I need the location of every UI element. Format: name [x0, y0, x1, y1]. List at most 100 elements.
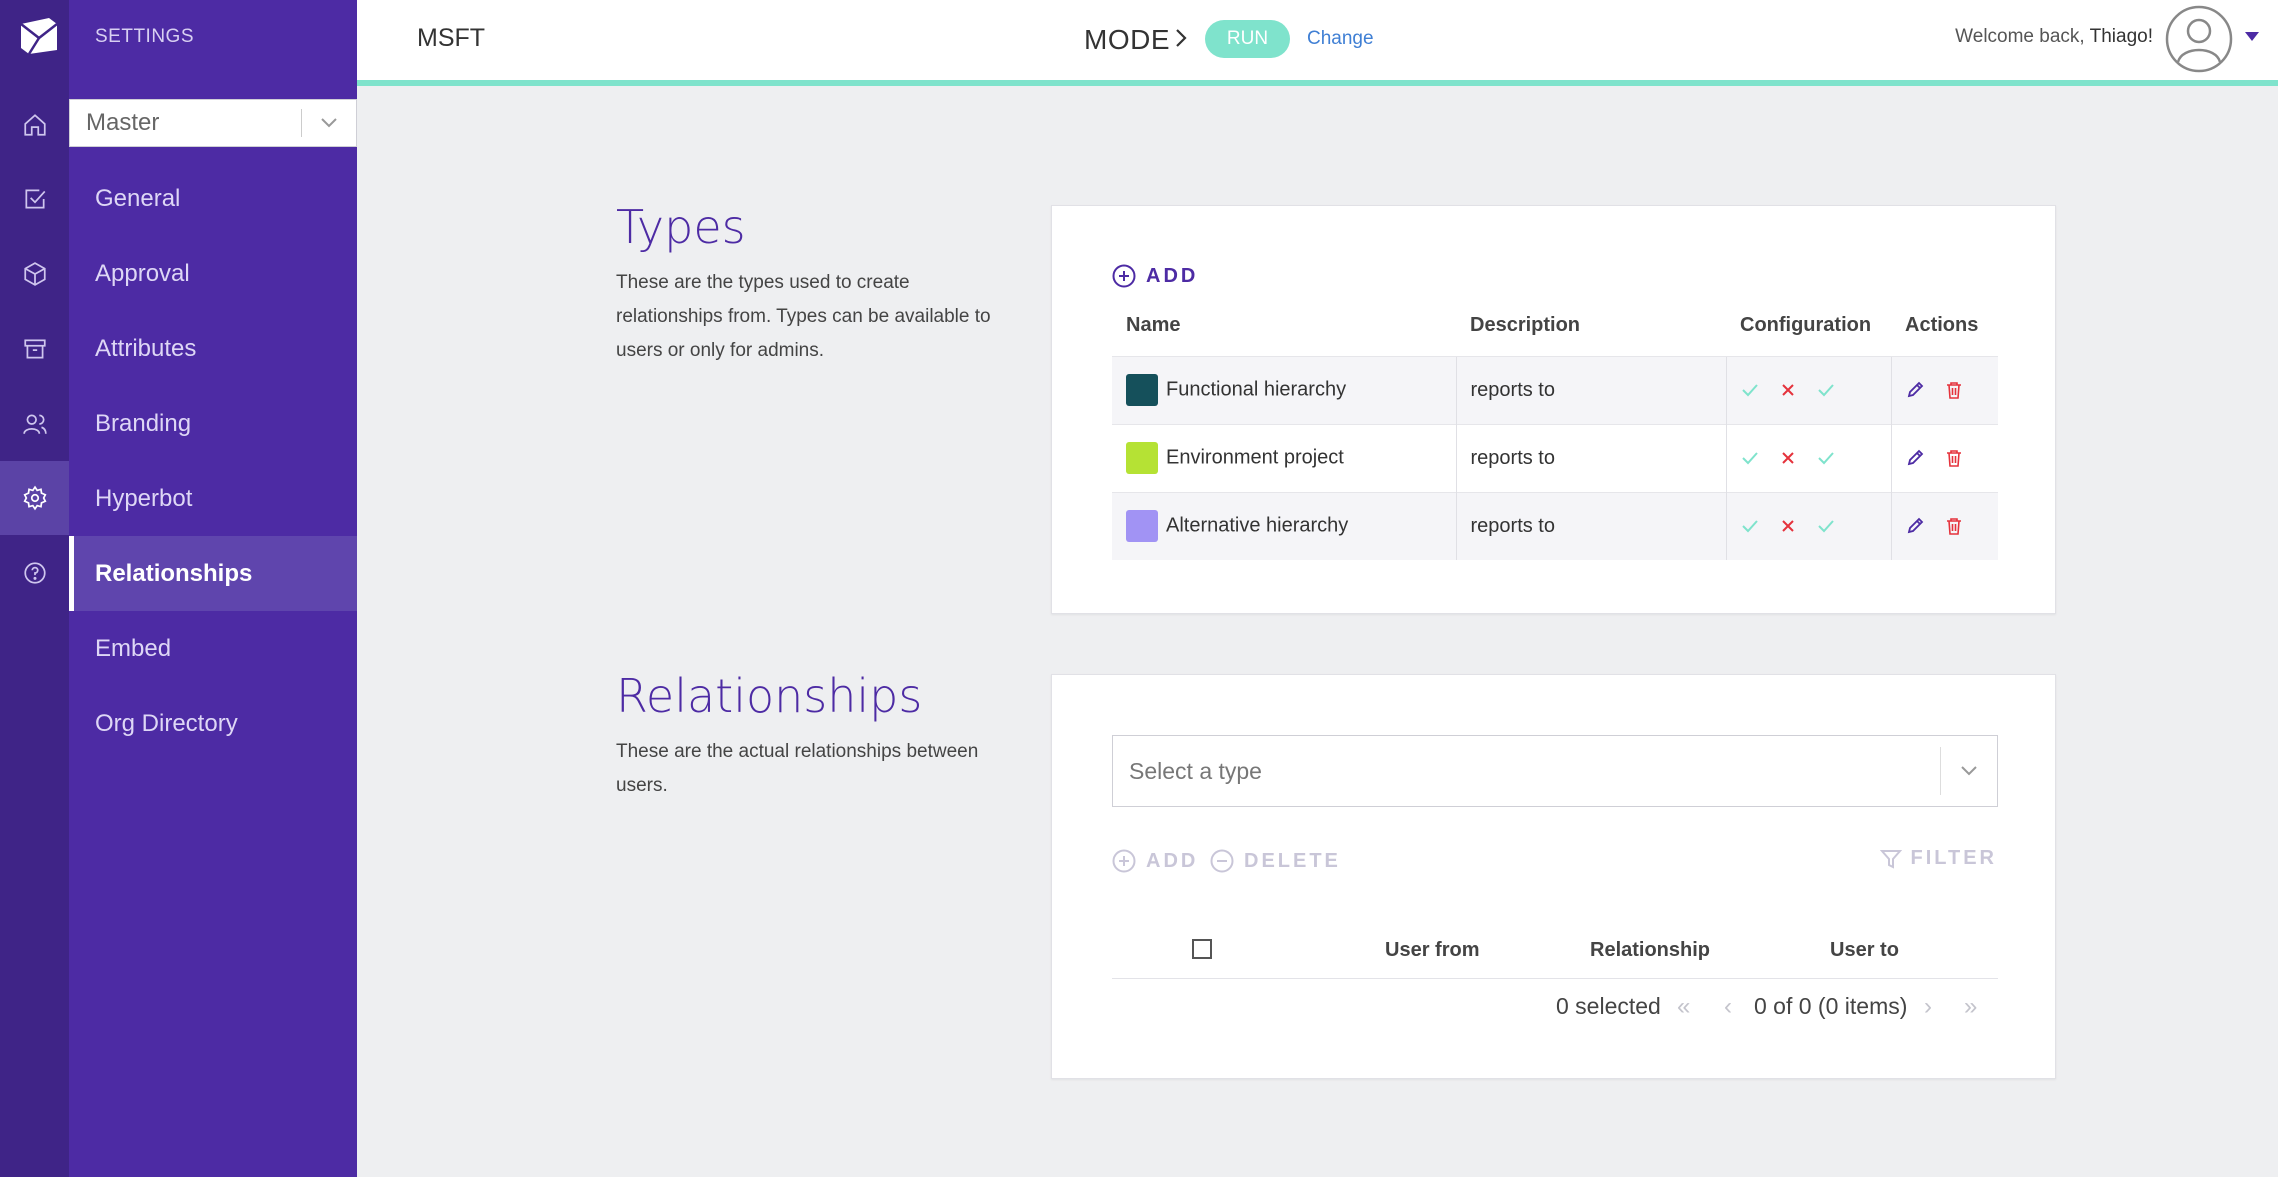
- check-square-icon[interactable]: [0, 162, 69, 236]
- help-icon[interactable]: [0, 536, 69, 610]
- chevron-right-icon: [1176, 29, 1187, 47]
- chevron-down-icon[interactable]: [302, 117, 356, 129]
- edit-icon[interactable]: [1906, 381, 1924, 399]
- type-name: Functional hierarchy: [1166, 378, 1347, 401]
- top-header: MSFT MODE RUN Change Welcome back, Thiag…: [357, 0, 2278, 86]
- avatar-icon[interactable]: [2164, 4, 2234, 74]
- pagination: 0 selected « ‹ 0 of 0 (0 items) › »: [1112, 979, 1998, 1029]
- color-swatch: [1126, 442, 1158, 474]
- check-icon: [1817, 384, 1834, 397]
- types-table: Name Description Configuration Actions F…: [1112, 296, 1998, 560]
- sidebar-item-org-directory[interactable]: Org Directory: [69, 686, 357, 761]
- configuration-cell: [1725, 423, 1891, 492]
- minus-circle-icon: [1210, 849, 1234, 873]
- type-select-placeholder: Select a type: [1129, 757, 1262, 784]
- master-select[interactable]: Master: [69, 99, 357, 147]
- type-name-cell: Alternative hierarchy: [1112, 491, 1456, 560]
- check-icon: [1741, 452, 1758, 465]
- types-card: ADD Name Description Configuration Actio…: [1051, 205, 2056, 614]
- relationships-card: Select a type ADD DELETE FILTER User fro…: [1051, 674, 2056, 1079]
- column-header-name: Name: [1126, 314, 1181, 337]
- select-all-checkbox[interactable]: [1192, 939, 1212, 959]
- add-relationship-label: ADD: [1146, 849, 1199, 872]
- edit-icon[interactable]: [1906, 449, 1924, 467]
- sidebar-item-embed[interactable]: Embed: [69, 611, 357, 686]
- relationships-table-header: User from Relationship User to: [1112, 923, 1998, 979]
- column-header-user-to: User to: [1830, 939, 1899, 961]
- relationships-description: These are the actual relationships betwe…: [616, 741, 979, 796]
- first-page-icon[interactable]: «: [1677, 993, 1690, 1021]
- close-icon: [1781, 520, 1794, 532]
- sidebar-item-hyperbot[interactable]: Hyperbot: [69, 461, 357, 536]
- mode-label: MODE: [1084, 24, 1170, 55]
- type-name-cell: Functional hierarchy: [1112, 355, 1456, 424]
- color-swatch: [1126, 374, 1158, 406]
- add-type-button[interactable]: ADD: [1112, 264, 1198, 288]
- configuration-cell: [1725, 355, 1891, 424]
- previous-page-icon[interactable]: ‹: [1724, 993, 1732, 1021]
- type-description: reports to: [1455, 491, 1726, 560]
- sidebar-item-relationships[interactable]: Relationships: [69, 536, 357, 611]
- column-header-actions: Actions: [1905, 314, 1979, 337]
- sidebar-item-general[interactable]: General: [69, 161, 357, 236]
- filter-label: FILTER: [1910, 847, 1997, 869]
- type-name: Alternative hierarchy: [1166, 514, 1349, 537]
- users-icon[interactable]: [0, 387, 69, 461]
- trash-icon[interactable]: [1946, 381, 1962, 399]
- column-header-configuration: Configuration: [1740, 314, 1872, 337]
- close-icon: [1781, 452, 1794, 464]
- type-name: Environment project: [1166, 446, 1344, 469]
- change-mode-link[interactable]: Change: [1307, 28, 1374, 50]
- icon-rail: [0, 0, 69, 1177]
- check-icon: [1817, 520, 1834, 533]
- column-header-description: Description: [1470, 314, 1581, 337]
- settings-sidebar: SETTINGS Master General Approval Attribu…: [69, 0, 357, 1177]
- sidebar-item-approval[interactable]: Approval: [69, 236, 357, 311]
- next-page-icon[interactable]: ›: [1924, 993, 1932, 1021]
- delete-relationship-label: DELETE: [1244, 849, 1341, 872]
- type-select[interactable]: Select a type: [1112, 735, 1998, 807]
- last-page-icon[interactable]: »: [1964, 993, 1977, 1021]
- add-type-label: ADD: [1146, 264, 1199, 287]
- user-name: Thiago!: [2089, 26, 2153, 47]
- filter-button[interactable]: FILTER: [1880, 847, 1997, 870]
- org-name: MSFT: [417, 24, 486, 52]
- trash-icon[interactable]: [1946, 517, 1962, 536]
- edit-icon[interactable]: [1906, 517, 1924, 535]
- add-relationship-button[interactable]: ADD: [1112, 849, 1198, 873]
- type-name-cell: Environment project: [1112, 423, 1456, 492]
- table-row: Functional hierarchy reports to: [1112, 355, 1998, 424]
- color-swatch: [1126, 510, 1158, 543]
- configuration-cell: [1725, 491, 1891, 560]
- table-row: Environment project reports to: [1112, 423, 1998, 492]
- home-icon[interactable]: [0, 88, 69, 162]
- filter-icon: [1880, 849, 1903, 869]
- actions-cell: [1890, 491, 1998, 560]
- welcome-text: Welcome back,: [1955, 26, 2085, 47]
- column-header-user-from: User from: [1385, 939, 1480, 961]
- close-icon: [1781, 384, 1794, 396]
- app-logo-icon[interactable]: [19, 16, 59, 56]
- actions-cell: [1890, 355, 1998, 424]
- archive-icon[interactable]: [0, 312, 69, 386]
- actions-cell: [1890, 423, 1998, 492]
- welcome-message: Welcome back, Thiago!: [1955, 26, 2153, 48]
- table-row: Alternative hierarchy reports to: [1112, 491, 1998, 560]
- delete-relationship-button[interactable]: DELETE: [1210, 849, 1341, 873]
- sidebar-item-branding[interactable]: Branding: [69, 386, 357, 461]
- box-icon[interactable]: [0, 237, 69, 311]
- chevron-down-icon[interactable]: [1941, 765, 1997, 777]
- check-icon: [1817, 452, 1834, 465]
- plus-circle-icon: [1112, 849, 1136, 873]
- caret-down-icon[interactable]: [2245, 32, 2259, 42]
- gear-icon[interactable]: [0, 461, 69, 535]
- selected-count: 0 selected: [1556, 993, 1661, 1019]
- trash-icon[interactable]: [1946, 449, 1962, 467]
- sidebar-item-attributes[interactable]: Attributes: [69, 311, 357, 386]
- master-select-value: Master: [86, 109, 160, 136]
- mode-badge: RUN: [1205, 20, 1290, 58]
- relationships-title: Relationships: [616, 669, 923, 723]
- page-info: 0 of 0 (0 items): [1754, 993, 1908, 1019]
- sidebar-heading: SETTINGS: [95, 26, 195, 47]
- check-icon: [1741, 384, 1758, 397]
